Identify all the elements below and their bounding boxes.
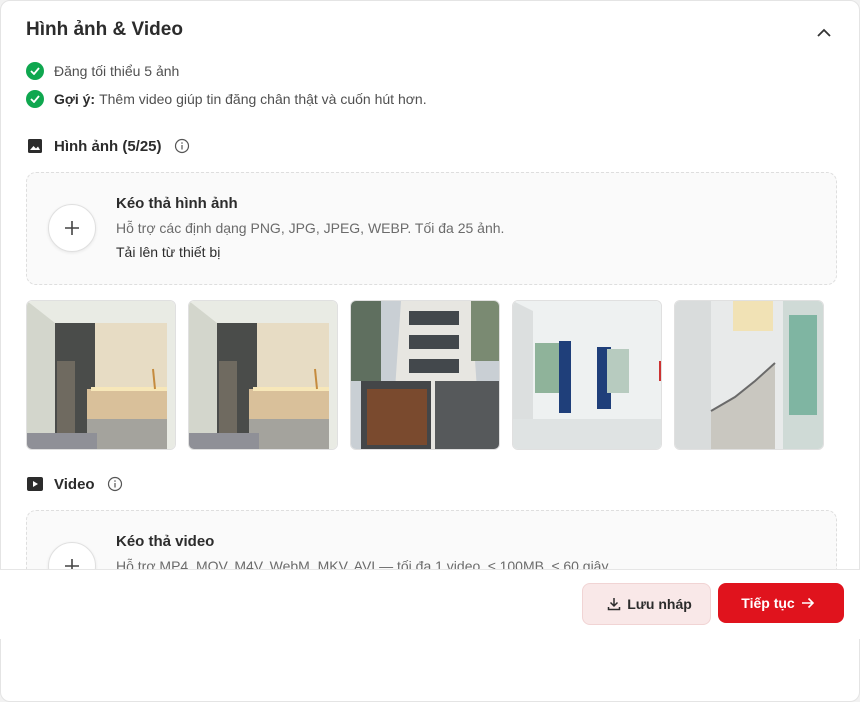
thumbnail-5[interactable] — [674, 300, 824, 450]
arrow-right-icon — [801, 597, 814, 609]
requirement-text: Đăng tối thiểu 5 ảnh — [54, 63, 180, 79]
section-title: Hình ảnh & Video — [26, 19, 183, 40]
tip-label: Gợi ý: — [54, 91, 96, 107]
dropzone-hint: Hỗ trợ các định dạng PNG, JPG, JPEG, WEB… — [116, 220, 505, 236]
info-icon[interactable] — [107, 476, 123, 492]
action-footer: Lưu nháp Tiếp tục — [0, 569, 860, 639]
requirement-min-images: Đăng tối thiểu 5 ảnh — [26, 62, 179, 80]
thumbnail-3[interactable] — [350, 300, 500, 450]
save-draft-button[interactable]: Lưu nháp — [582, 583, 711, 625]
check-circle-icon — [26, 62, 44, 80]
continue-button[interactable]: Tiếp tục — [718, 583, 844, 623]
images-heading: Hình ảnh (5/25) — [26, 137, 190, 155]
thumbnail-4[interactable] — [512, 300, 662, 450]
check-circle-icon — [26, 90, 44, 108]
collapse-button[interactable] — [813, 21, 835, 43]
add-image-button[interactable] — [48, 204, 96, 252]
dropzone-title: Kéo thả hình ảnh — [116, 195, 238, 212]
chevron-up-icon — [817, 28, 831, 37]
video-play-icon — [26, 475, 44, 493]
image-icon — [26, 137, 44, 155]
requirement-text: Thêm video giúp tin đăng chân thật và cu… — [99, 91, 427, 107]
upload-from-device-link[interactable]: Tải lên từ thiết bị — [116, 244, 220, 260]
image-dropzone[interactable]: Kéo thả hình ảnh Hỗ trợ các định dạng PN… — [26, 172, 837, 285]
thumbnail-1[interactable] — [26, 300, 176, 450]
save-draft-label: Lưu nháp — [627, 596, 692, 612]
video-heading: Video — [26, 475, 123, 493]
requirement-video-tip: Gợi ý: Thêm video giúp tin đăng chân thậ… — [26, 90, 427, 108]
video-dropzone-title: Kéo thả video — [116, 533, 215, 550]
download-icon — [607, 598, 621, 611]
info-icon[interactable] — [174, 138, 190, 154]
images-title: Hình ảnh (5/25) — [54, 137, 162, 155]
continue-label: Tiếp tục — [741, 595, 795, 611]
video-title: Video — [54, 475, 95, 493]
plus-icon — [65, 221, 79, 235]
thumbnail-2[interactable] — [188, 300, 338, 450]
